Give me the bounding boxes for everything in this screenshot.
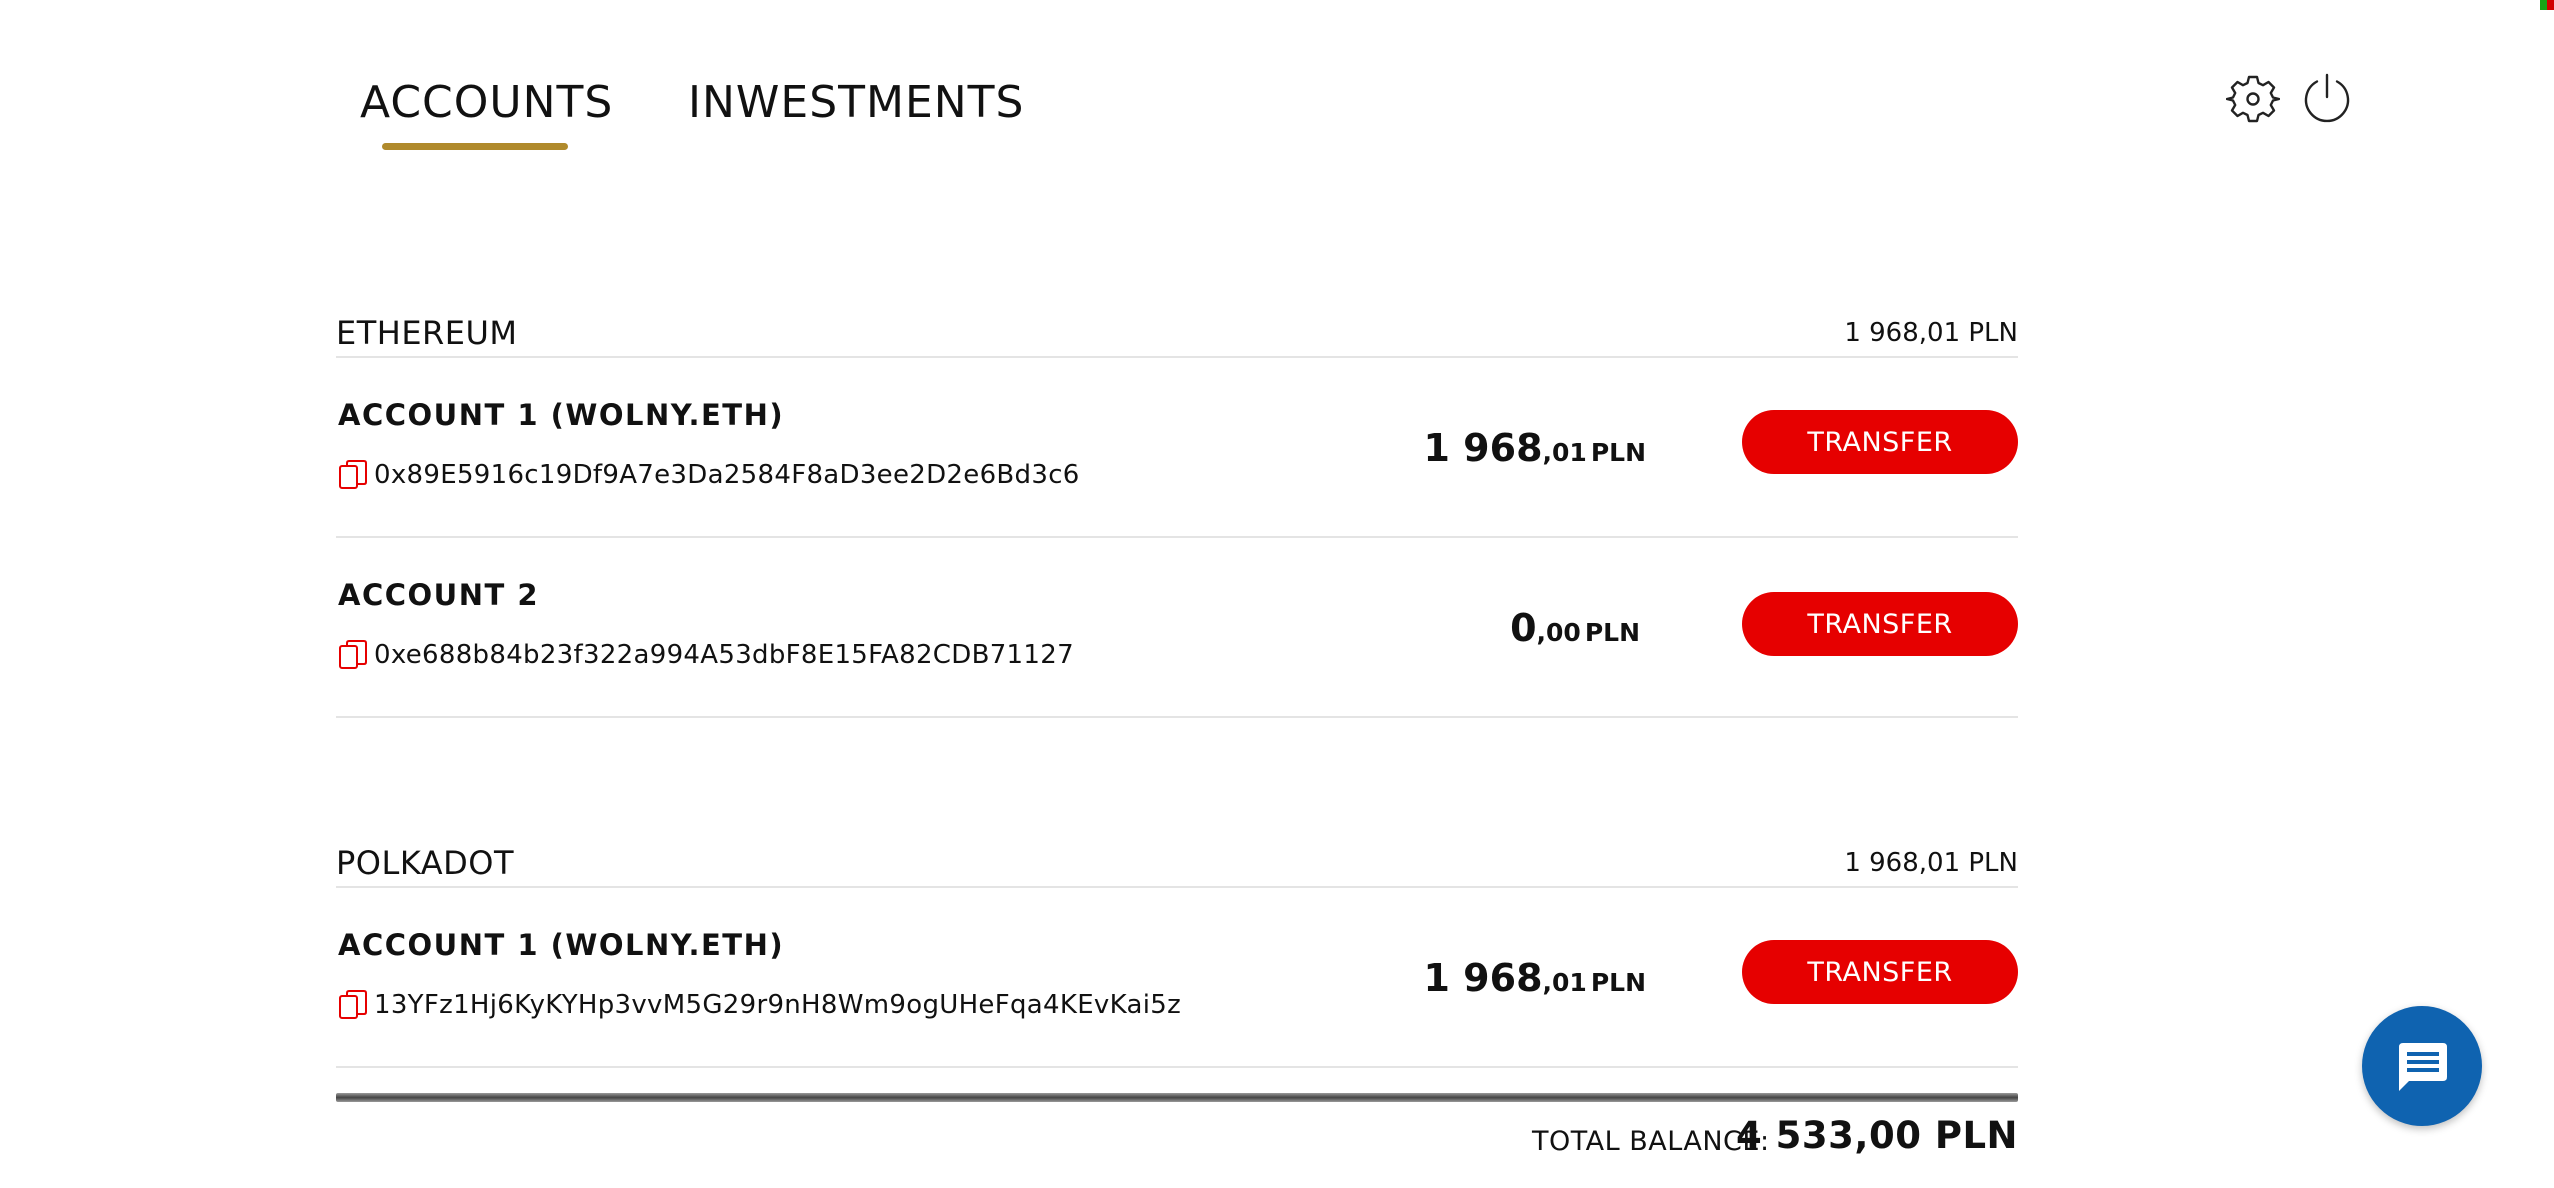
corner-indicator-green: [2540, 0, 2547, 10]
wallet-page: ACCOUNTS INWESTMENTS ETHEREUM 1 968,01 P…: [0, 0, 2554, 1188]
balance-decimal: ,00: [1536, 618, 1581, 647]
section-ethereum: ETHEREUM 1 968,01 PLN ACCOUNT 1 (WOLNY.E…: [336, 302, 2018, 718]
account-name: ACCOUNT 2: [338, 578, 540, 612]
balance-decimal: ,01: [1542, 438, 1587, 467]
account-address: 0xe688b84b23f322a994A53dbF8E15FA82CDB711…: [374, 640, 1074, 670]
balance-currency: PLN: [1590, 968, 1646, 997]
power-icon[interactable]: [2300, 72, 2354, 126]
balance-currency: PLN: [1590, 438, 1646, 467]
gear-icon[interactable]: [2226, 72, 2280, 126]
copy-icon[interactable]: [338, 989, 368, 1021]
section-total: 1 968,01 PLN: [1844, 848, 2018, 878]
corner-indicator-red: [2547, 0, 2554, 10]
account-address: 0x89E5916c19Df9A7e3Da2584F8aD3ee2D2e6Bd3…: [374, 460, 1080, 490]
account-row: ACCOUNT 2 0xe688b84b23f322a994A53dbF8E15…: [336, 538, 2018, 718]
tab-accounts[interactable]: ACCOUNTS: [360, 78, 613, 128]
account-name: ACCOUNT 1 (WOLNY.ETH): [338, 928, 785, 962]
account-balance: 1 968,01 PLN: [1424, 426, 1646, 470]
balance-integer: 1 968: [1423, 426, 1543, 470]
transfer-button[interactable]: TRANSFER: [1742, 592, 2018, 656]
total-divider: [336, 1093, 2018, 1102]
tab-investments[interactable]: INWESTMENTS: [688, 78, 1025, 128]
account-row: ACCOUNT 1 (WOLNY.ETH) 0x89E5916c19Df9A7e…: [336, 358, 2018, 538]
section-total: 1 968,01 PLN: [1844, 318, 2018, 348]
account-address-line: 0x89E5916c19Df9A7e3Da2584F8aD3ee2D2e6Bd3…: [338, 458, 1080, 492]
corner-indicator: [2540, 0, 2554, 10]
balance-integer: 0: [1510, 606, 1537, 650]
section-title: POLKADOT: [336, 844, 514, 882]
account-balance: 0,00 PLN: [1510, 606, 1640, 650]
active-tab-underline: [382, 143, 568, 150]
account-balance: 1 968,01 PLN: [1424, 956, 1646, 1000]
account-name: ACCOUNT 1 (WOLNY.ETH): [338, 398, 785, 432]
account-address-line: 13YFz1Hj6KyKYHp3vvM5G29r9nH8Wm9ogUHeFqa4…: [338, 988, 1181, 1022]
section-header: ETHEREUM 1 968,01 PLN: [336, 302, 2018, 358]
balance-currency: PLN: [1584, 618, 1640, 647]
account-address-line: 0xe688b84b23f322a994A53dbF8E15FA82CDB711…: [338, 638, 1074, 672]
transfer-button[interactable]: TRANSFER: [1742, 410, 2018, 474]
balance-decimal: ,01: [1542, 968, 1587, 997]
transfer-button[interactable]: TRANSFER: [1742, 940, 2018, 1004]
total-balance-value: 4 533,00 PLN: [1736, 1114, 2018, 1157]
balance-integer: 1 968: [1423, 956, 1543, 1000]
copy-icon[interactable]: [338, 639, 368, 671]
section-title: ETHEREUM: [336, 314, 518, 352]
chat-icon: [2399, 1043, 2447, 1091]
copy-icon[interactable]: [338, 459, 368, 491]
account-address: 13YFz1Hj6KyKYHp3vvM5G29r9nH8Wm9ogUHeFqa4…: [374, 990, 1182, 1020]
section-polkadot: POLKADOT 1 968,01 PLN ACCOUNT 1 (WOLNY.E…: [336, 832, 2018, 1068]
chat-button[interactable]: [2362, 1006, 2482, 1126]
account-row: ACCOUNT 1 (WOLNY.ETH) 13YFz1Hj6KyKYHp3vv…: [336, 888, 2018, 1068]
section-header: POLKADOT 1 968,01 PLN: [336, 832, 2018, 888]
total-balance-label: TOTAL BALANCE:: [1532, 1126, 1770, 1157]
